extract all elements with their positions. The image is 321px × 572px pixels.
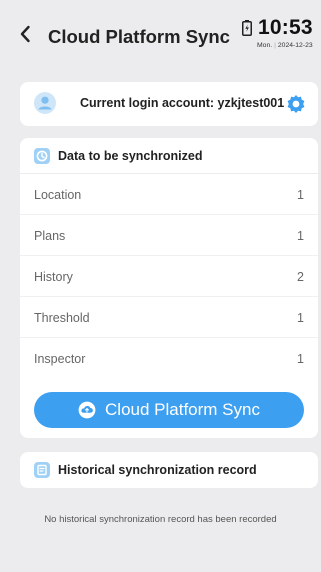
sync-section-header: Data to be synchronized bbox=[20, 138, 318, 174]
sync-row-history: History 2 bbox=[20, 256, 318, 297]
weekday: Mon. bbox=[257, 42, 273, 49]
date: 2024-12-23 bbox=[277, 42, 313, 49]
row-count: 2 bbox=[297, 270, 304, 284]
row-label: Threshold bbox=[34, 311, 90, 325]
clock-icon bbox=[34, 148, 50, 164]
sync-row-threshold: Threshold 1 bbox=[20, 297, 318, 338]
sync-section-title: Data to be synchronized bbox=[58, 149, 203, 163]
history-empty-message: No historical synchronization record has… bbox=[44, 514, 277, 525]
row-label: Location bbox=[34, 188, 82, 202]
clock-time: 10:53 bbox=[258, 16, 313, 39]
cloud-sync-button-label: Cloud Platform Sync bbox=[105, 400, 260, 419]
status-area: 10:53 Mon. | 2024-12-23 bbox=[242, 11, 318, 55]
row-label: Inspector bbox=[34, 352, 86, 366]
battery-icon bbox=[242, 20, 252, 36]
history-section-title: Historical synchronization record bbox=[58, 463, 257, 477]
row-count: 1 bbox=[297, 352, 304, 366]
row-count: 1 bbox=[297, 188, 304, 202]
row-label: History bbox=[34, 270, 73, 284]
date-line: Mon. | 2024-12-23 bbox=[257, 42, 313, 49]
current-account-label: Current login account: yzkjtest001 bbox=[80, 96, 285, 110]
cloud-sync-button[interactable]: Cloud Platform Sync bbox=[34, 392, 304, 428]
history-card: Historical synchronization record bbox=[20, 452, 318, 488]
row-count: 1 bbox=[297, 311, 304, 325]
sync-row-plans: Plans 1 bbox=[20, 215, 318, 256]
row-label: Plans bbox=[34, 229, 66, 243]
gear-icon[interactable] bbox=[286, 94, 306, 114]
sync-data-card: Data to be synchronized Location 1 Plans… bbox=[20, 138, 318, 438]
page-title: Cloud Platform Sync bbox=[48, 26, 230, 47]
sync-row-inspector: Inspector 1 bbox=[20, 338, 318, 379]
app-header: Cloud Platform Sync 10:53 Mon. | 2024-12-2… bbox=[0, 0, 321, 64]
account-card: Current login account: yzkjtest001 bbox=[20, 82, 318, 126]
back-button[interactable] bbox=[14, 20, 36, 48]
row-count: 1 bbox=[297, 229, 304, 243]
record-icon bbox=[34, 462, 50, 478]
date-separator: | bbox=[274, 42, 276, 49]
chevron-left-icon bbox=[20, 25, 30, 43]
cloud-upload-icon bbox=[78, 401, 96, 419]
sync-row-location: Location 1 bbox=[20, 174, 318, 215]
user-avatar-icon bbox=[34, 92, 56, 114]
